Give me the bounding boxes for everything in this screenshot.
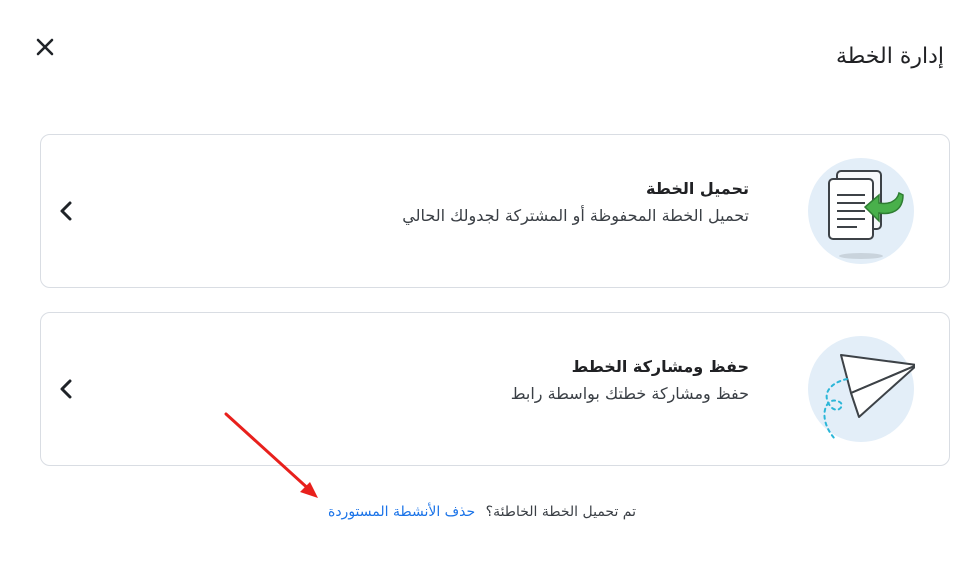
save-share-description: حفظ ومشاركة خطتك بواسطة رابط xyxy=(510,384,749,403)
paper-plane-icon xyxy=(808,336,915,442)
chevron-left-icon xyxy=(60,379,72,399)
close-button[interactable] xyxy=(32,34,58,60)
save-share-card[interactable]: حفظ ومشاركة الخطط حفظ ومشاركة خطتك بواسط… xyxy=(40,312,950,466)
save-share-title: حفظ ومشاركة الخطط xyxy=(571,357,749,376)
chevron-left-icon xyxy=(60,201,72,221)
close-icon xyxy=(36,38,54,56)
page-title: إدارة الخطة xyxy=(835,44,944,69)
load-plan-title: تحميل الخطة xyxy=(646,179,749,198)
save-share-text: حفظ ومشاركة الخطط حفظ ومشاركة خطتك بواسط… xyxy=(511,357,749,403)
load-plan-description: تحميل الخطة المحفوظة أو المشتركة لجدولك … xyxy=(402,206,749,225)
delete-imported-activities-link[interactable]: حذف الأنشطة المستوردة xyxy=(328,504,475,520)
wrong-plan-question: تم تحميل الخطة الخاطئة؟ xyxy=(485,504,637,520)
load-plan-text: تحميل الخطة تحميل الخطة المحفوظة أو المش… xyxy=(402,179,749,225)
wrong-plan-footer: تم تحميل الخطة الخاطئة؟ حذف الأنشطة المس… xyxy=(0,504,964,520)
load-plan-card[interactable]: تحميل الخطة تحميل الخطة المحفوظة أو المش… xyxy=(40,134,950,288)
load-document-icon xyxy=(808,158,914,264)
